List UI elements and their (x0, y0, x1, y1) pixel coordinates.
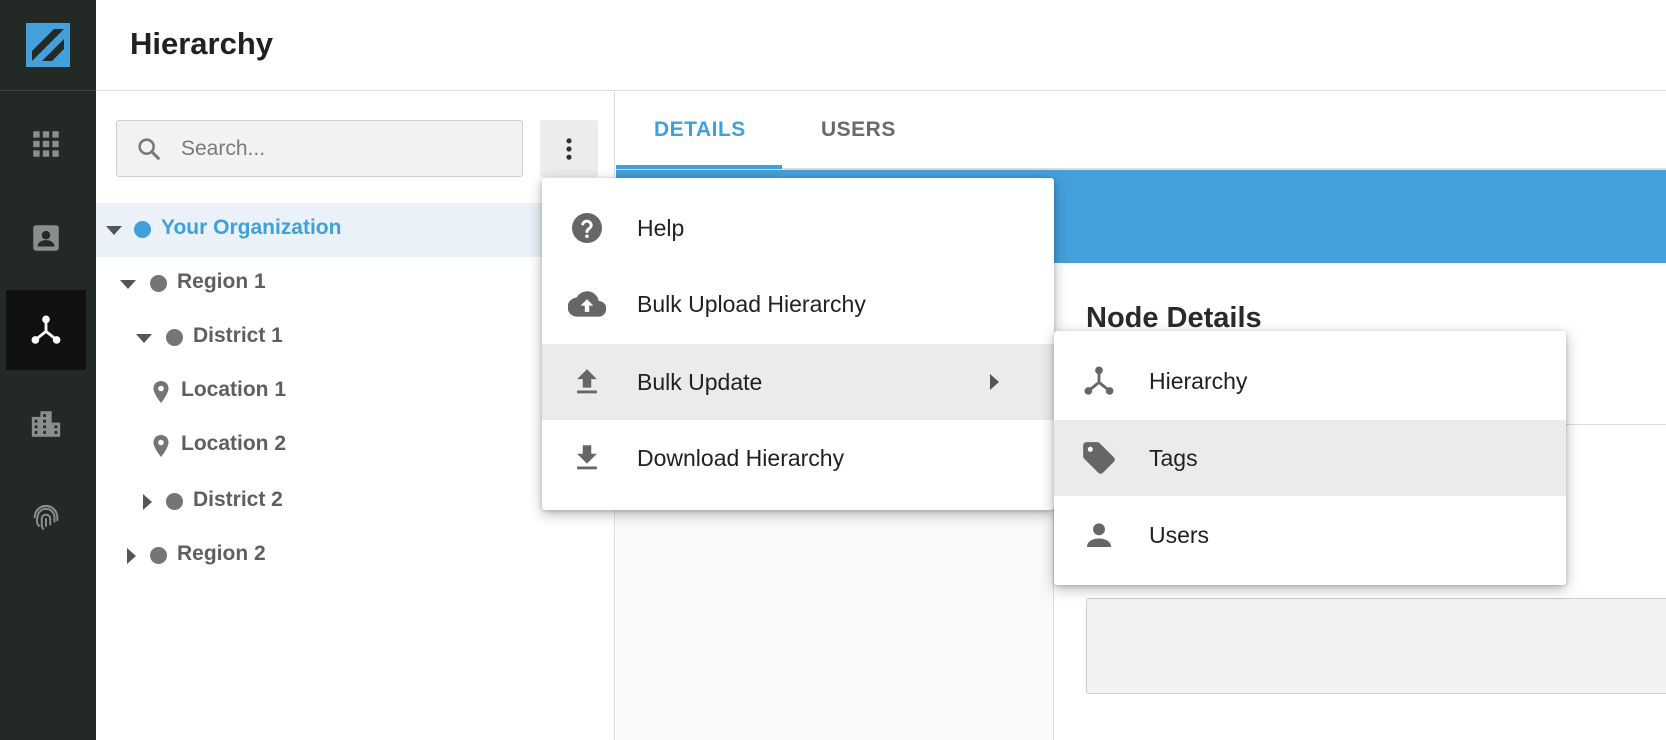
menu-item-label: Bulk Upload Hierarchy (637, 290, 866, 317)
tree-item-label: Location 2 (181, 432, 287, 455)
node-dot-icon (166, 329, 183, 346)
location-pin-icon (153, 381, 169, 403)
menu-item-download-hierarchy[interactable]: Download Hierarchy (542, 420, 1054, 496)
node-dot-icon (150, 547, 167, 564)
submenu-item-label: Users (1149, 521, 1210, 548)
contact-card-icon (33, 225, 59, 251)
caret-down-icon[interactable] (136, 334, 152, 343)
hierarchy-icon (1080, 362, 1118, 400)
page-title: Hierarchy (130, 26, 274, 61)
hierarchy-icon (31, 315, 61, 344)
submenu-item-users[interactable]: Users (1054, 497, 1566, 573)
node-dot-icon (150, 275, 167, 292)
node-dot-icon (166, 493, 183, 510)
menu-item-label: Bulk Update (637, 368, 763, 395)
submenu-item-hierarchy[interactable]: Hierarchy (1054, 343, 1566, 419)
rail-item-buildings[interactable] (6, 384, 86, 464)
download-icon (568, 439, 606, 477)
menu-item-label: Help (637, 214, 685, 241)
nav-rail (0, 0, 96, 740)
cloud-upload-icon (568, 285, 606, 323)
menu-item-bulk-update[interactable]: Bulk Update (542, 344, 1054, 420)
tree-item-label: District 1 (193, 324, 283, 347)
tree-item-label: Region 2 (177, 542, 266, 565)
tree-item-district-1[interactable]: District 1 (96, 311, 615, 365)
tree-item-district-2[interactable]: District 2 (96, 475, 615, 529)
more-options-menu: Help Bulk Upload Hierarchy Bulk Update D… (542, 178, 1054, 510)
caret-down-icon[interactable] (106, 226, 122, 235)
brand-logo[interactable] (0, 0, 96, 91)
tree-item-region-2[interactable]: Region 2 (96, 529, 615, 583)
tree-item-your-organization[interactable]: Your Organization (96, 203, 615, 257)
search-box (116, 120, 523, 177)
caret-down-icon[interactable] (120, 280, 136, 289)
tree-item-label: District 2 (193, 488, 283, 511)
menu-item-bulk-upload-hierarchy[interactable]: Bulk Upload Hierarchy (542, 266, 1054, 342)
tree-item-label: Your Organization (161, 216, 342, 239)
tree-item-location-2[interactable]: Location 2 (96, 419, 615, 473)
submenu-item-label: Hierarchy (1149, 367, 1248, 394)
rail-item-security[interactable] (6, 476, 86, 556)
active-tab-indicator (616, 165, 782, 169)
more-vert-icon (566, 137, 572, 160)
tab-users[interactable]: USERS (821, 118, 896, 142)
submenu-arrow-icon (990, 374, 999, 390)
bulk-update-submenu: Hierarchy Tags Users (1054, 331, 1566, 585)
caret-right-icon[interactable] (143, 494, 152, 510)
upload-icon (568, 363, 606, 401)
search-input[interactable] (181, 129, 511, 169)
text-field[interactable] (1086, 598, 1666, 694)
rail-item-apps[interactable] (6, 104, 86, 184)
tree-item-location-1[interactable]: Location 1 (96, 365, 615, 419)
rail-item-hierarchy[interactable] (6, 290, 86, 370)
submenu-item-tags[interactable]: Tags (1054, 420, 1566, 496)
caret-right-icon[interactable] (127, 548, 136, 564)
hierarchy-tree-panel: Your Organization Region 1 District 1 Lo… (96, 92, 615, 740)
menu-item-label: Download Hierarchy (637, 444, 845, 471)
tab-bar: DETAILS USERS (616, 92, 1666, 170)
brand-logo-icon (26, 23, 70, 67)
rail-item-contacts[interactable] (6, 198, 86, 278)
submenu-item-label: Tags (1149, 444, 1198, 471)
node-dot-icon (134, 221, 151, 238)
tree-item-label: Location 1 (181, 378, 287, 401)
tree-item-region-1[interactable]: Region 1 (96, 257, 615, 311)
person-icon (1080, 516, 1118, 554)
tab-details[interactable]: DETAILS (654, 118, 746, 142)
help-circle-icon (568, 209, 606, 247)
menu-item-help[interactable]: Help (542, 190, 1054, 266)
tag-icon (1080, 439, 1118, 477)
location-pin-icon (153, 435, 169, 457)
building-icon (31, 411, 61, 437)
more-options-button[interactable] (540, 120, 598, 177)
page-header: Hierarchy (96, 0, 1666, 91)
apps-grid-icon (33, 131, 59, 157)
tree-item-label: Region 1 (177, 270, 266, 293)
search-icon (138, 138, 160, 160)
fingerprint-icon (33, 504, 59, 530)
